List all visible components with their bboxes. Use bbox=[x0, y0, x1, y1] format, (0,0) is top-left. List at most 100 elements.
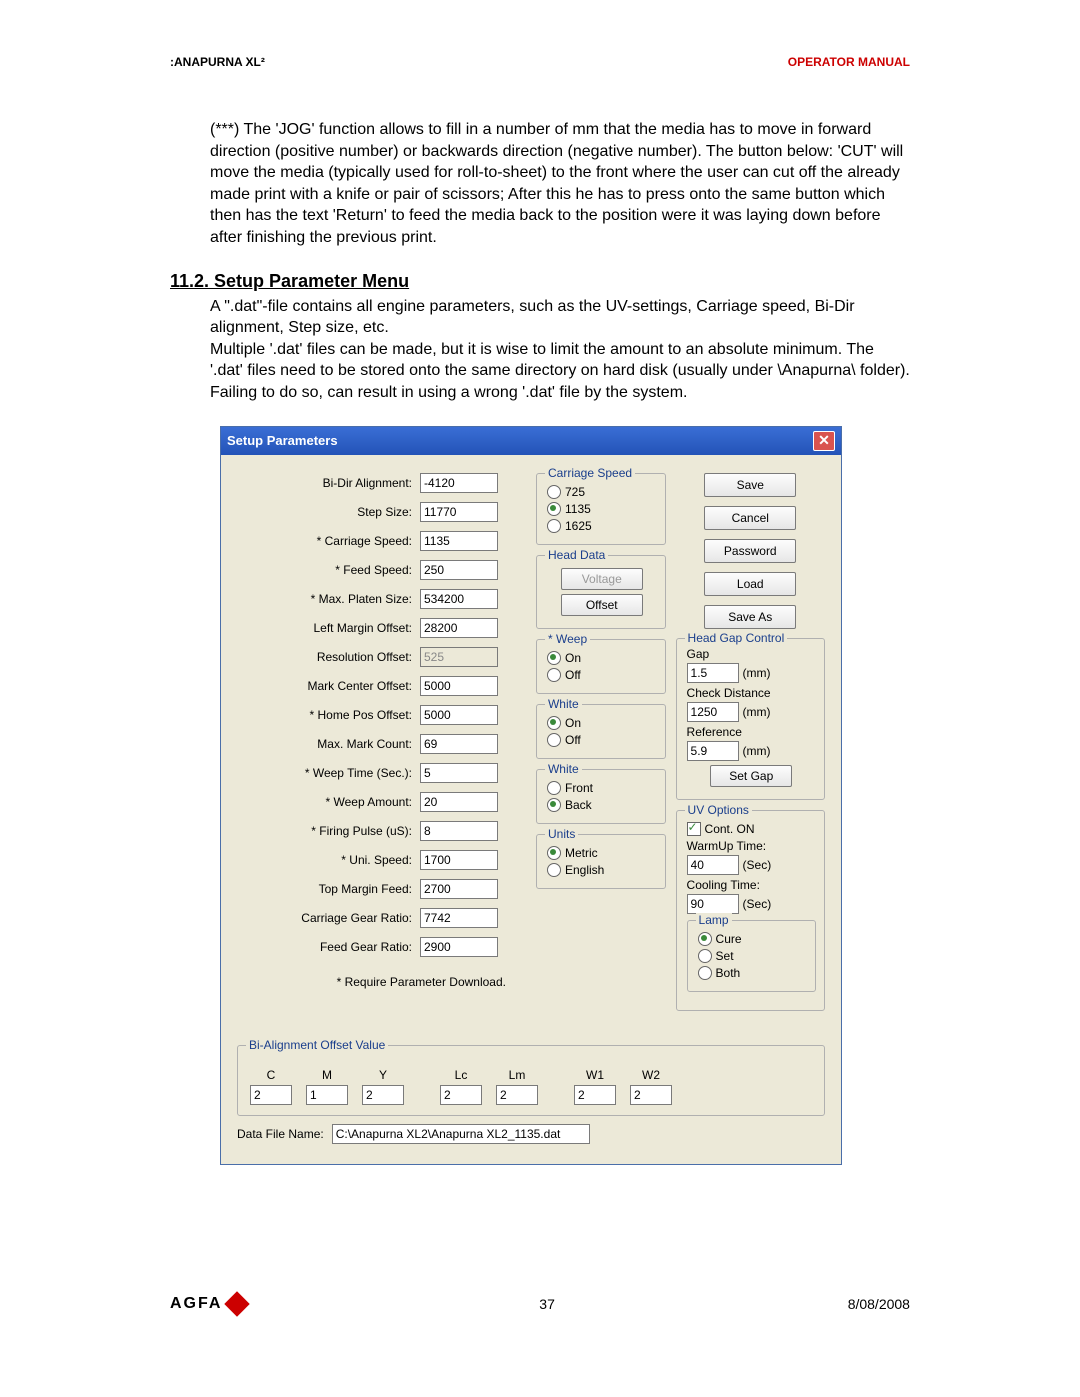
parameters-column: Bi-Dir Alignment: Step Size: * Carriage Sp… bbox=[237, 473, 526, 1021]
warmup-input[interactable] bbox=[687, 855, 739, 875]
cooling-label: Cooling Time: bbox=[687, 878, 816, 892]
gap-input[interactable] bbox=[687, 663, 739, 683]
voltage-button[interactable]: Voltage bbox=[561, 568, 643, 590]
param-label: Mark Center Offset: bbox=[237, 679, 420, 693]
right-column: Save Cancel Password Load Save As Head G… bbox=[676, 473, 825, 1021]
page-number: 37 bbox=[539, 1296, 555, 1312]
param-row: Mark Center Offset: bbox=[237, 676, 526, 696]
param-input[interactable] bbox=[420, 734, 498, 754]
cancel-button[interactable]: Cancel bbox=[704, 506, 796, 530]
check-distance-input[interactable] bbox=[687, 702, 739, 722]
param-input[interactable] bbox=[420, 589, 498, 609]
agfa-logo: AGFA bbox=[170, 1295, 246, 1313]
head-gap-title: Head Gap Control bbox=[685, 631, 788, 645]
param-input[interactable] bbox=[420, 850, 498, 870]
param-row: * Firing Pulse (uS): bbox=[237, 821, 526, 841]
warmup-label: WarmUp Time: bbox=[687, 839, 816, 853]
param-input[interactable] bbox=[420, 792, 498, 812]
weep-on-radio[interactable] bbox=[547, 651, 561, 665]
white-on-radio[interactable] bbox=[547, 716, 561, 730]
load-button[interactable]: Load bbox=[704, 572, 796, 596]
param-input[interactable] bbox=[420, 531, 498, 551]
param-input[interactable] bbox=[420, 937, 498, 957]
doc-header-right: OPERATOR MANUAL bbox=[788, 55, 910, 69]
param-input[interactable] bbox=[420, 676, 498, 696]
param-row: * Max. Platen Size: bbox=[237, 589, 526, 609]
units-english-label: English bbox=[565, 863, 604, 877]
dialog-titlebar: Setup Parameters ✕ bbox=[221, 427, 841, 455]
bi-align-col: Y bbox=[362, 1068, 404, 1105]
param-input[interactable] bbox=[420, 821, 498, 841]
param-label: Feed Gear Ratio: bbox=[237, 940, 420, 954]
param-row: * Weep Time (Sec.): bbox=[237, 763, 526, 783]
white-back-radio[interactable] bbox=[547, 798, 561, 812]
cooling-input[interactable] bbox=[687, 894, 739, 914]
agfa-text: AGFA bbox=[170, 1295, 222, 1313]
bi-align-input[interactable] bbox=[496, 1085, 538, 1105]
weep-off-radio[interactable] bbox=[547, 668, 561, 682]
param-label: * Max. Platen Size: bbox=[237, 592, 420, 606]
password-button[interactable]: Password bbox=[704, 539, 796, 563]
radio-1625[interactable] bbox=[547, 519, 561, 533]
uv-options-title: UV Options bbox=[685, 803, 752, 817]
param-input[interactable] bbox=[420, 618, 498, 638]
gap-label: Gap bbox=[687, 647, 816, 661]
bi-alignment-group: Bi-Alignment Offset Value CMYLcLmW1W2 bbox=[237, 1045, 825, 1116]
reference-label: Reference bbox=[687, 725, 816, 739]
param-input[interactable] bbox=[420, 560, 498, 580]
cont-on-label: Cont. ON bbox=[705, 822, 755, 836]
radio-1135[interactable] bbox=[547, 502, 561, 516]
param-label: Step Size: bbox=[237, 505, 420, 519]
bi-alignment-title: Bi-Alignment Offset Value bbox=[246, 1038, 388, 1052]
check-distance-unit: (mm) bbox=[743, 705, 771, 719]
paragraph-dat-a: A ".dat"-file contains all engine parame… bbox=[210, 296, 910, 339]
lamp-both-radio[interactable] bbox=[698, 966, 712, 980]
lamp-set-radio[interactable] bbox=[698, 949, 712, 963]
param-input[interactable] bbox=[420, 502, 498, 522]
lamp-title: Lamp bbox=[696, 913, 732, 927]
bi-align-input[interactable] bbox=[306, 1085, 348, 1105]
bi-align-input[interactable] bbox=[250, 1085, 292, 1105]
white-front-radio[interactable] bbox=[547, 781, 561, 795]
param-row: * Carriage Speed: bbox=[237, 531, 526, 551]
units-metric-radio[interactable] bbox=[547, 846, 561, 860]
white-off-radio[interactable] bbox=[547, 733, 561, 747]
param-row: Top Margin Feed: bbox=[237, 879, 526, 899]
param-label: Top Margin Feed: bbox=[237, 882, 420, 896]
param-row: * Feed Speed: bbox=[237, 560, 526, 580]
bi-align-input[interactable] bbox=[362, 1085, 404, 1105]
units-metric-label: Metric bbox=[565, 846, 598, 860]
paragraph-dat-b: Multiple '.dat' files can be made, but i… bbox=[210, 339, 910, 404]
saveas-button[interactable]: Save As bbox=[704, 605, 796, 629]
lamp-cure-radio[interactable] bbox=[698, 932, 712, 946]
white-onoff-group: White On Off bbox=[536, 704, 666, 759]
dialog-title: Setup Parameters bbox=[227, 433, 338, 448]
doc-header-left: :ANAPURNA XL² bbox=[170, 55, 265, 69]
param-input[interactable] bbox=[420, 473, 498, 493]
bi-align-input[interactable] bbox=[630, 1085, 672, 1105]
cont-on-check[interactable] bbox=[687, 822, 701, 836]
close-icon[interactable]: ✕ bbox=[813, 431, 835, 451]
reference-input[interactable] bbox=[687, 741, 739, 761]
param-input[interactable] bbox=[420, 763, 498, 783]
offset-button[interactable]: Offset bbox=[561, 594, 643, 616]
save-button[interactable]: Save bbox=[704, 473, 796, 497]
radio-725[interactable] bbox=[547, 485, 561, 499]
param-row: Max. Mark Count: bbox=[237, 734, 526, 754]
param-input[interactable] bbox=[420, 908, 498, 928]
param-row: Step Size: bbox=[237, 502, 526, 522]
weep-on-label: On bbox=[565, 651, 581, 665]
param-input[interactable] bbox=[420, 705, 498, 725]
param-row: Bi-Dir Alignment: bbox=[237, 473, 526, 493]
require-download-note: * Require Parameter Download. bbox=[237, 975, 526, 989]
white-off-label: Off bbox=[565, 733, 581, 747]
param-input[interactable] bbox=[420, 879, 498, 899]
lamp-cure-label: Cure bbox=[716, 932, 742, 946]
data-file-input[interactable] bbox=[332, 1124, 590, 1144]
bi-align-input[interactable] bbox=[574, 1085, 616, 1105]
lamp-set-label: Set bbox=[716, 949, 734, 963]
options-column: Carriage Speed 725 1135 1625 Head Data V… bbox=[536, 473, 666, 1021]
units-english-radio[interactable] bbox=[547, 863, 561, 877]
set-gap-button[interactable]: Set Gap bbox=[710, 765, 792, 787]
bi-align-input[interactable] bbox=[440, 1085, 482, 1105]
